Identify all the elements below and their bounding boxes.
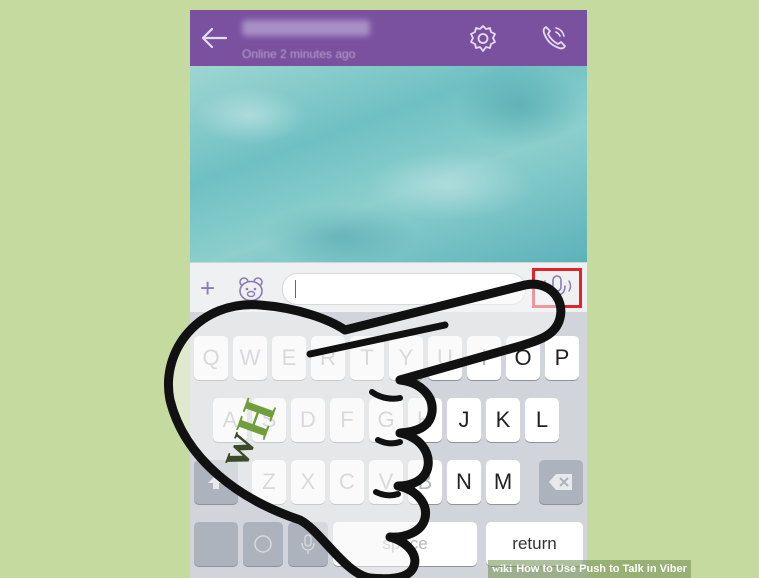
shift-key[interactable] bbox=[194, 460, 238, 504]
plus-icon[interactable]: + bbox=[200, 275, 215, 301]
watermark-brand: wiki bbox=[492, 563, 513, 575]
microphone-icon bbox=[542, 275, 572, 301]
key-h[interactable]: H bbox=[408, 398, 442, 442]
phone-call-icon bbox=[542, 26, 566, 50]
emoji-icon bbox=[254, 535, 272, 553]
settings-button[interactable] bbox=[467, 23, 499, 55]
dictation-key[interactable] bbox=[288, 522, 328, 566]
key-a[interactable]: A bbox=[213, 398, 247, 442]
chat-header: Online 2 minutes ago bbox=[190, 10, 587, 66]
key-m[interactable]: M bbox=[486, 460, 520, 504]
key-u[interactable]: U bbox=[428, 336, 462, 380]
gear-icon bbox=[470, 25, 496, 52]
wikihow-watermark: wiki How to Use Push to Talk in Viber bbox=[488, 560, 691, 578]
message-input-bar: + bbox=[190, 262, 587, 313]
phone-screen: Online 2 minutes ago + Q W E R T Y U I O… bbox=[190, 10, 587, 578]
key-g[interactable]: G bbox=[369, 398, 403, 442]
key-w[interactable]: W bbox=[233, 336, 267, 380]
watermark-title: How to Use Push to Talk in Viber bbox=[516, 563, 687, 575]
key-s[interactable]: S bbox=[252, 398, 286, 442]
key-r[interactable]: R bbox=[311, 336, 345, 380]
backspace-icon bbox=[549, 474, 572, 490]
backspace-key[interactable] bbox=[539, 460, 583, 504]
text-caret bbox=[295, 280, 296, 298]
key-z[interactable]: Z bbox=[252, 460, 286, 504]
sticker-button[interactable] bbox=[236, 274, 266, 304]
back-button[interactable] bbox=[200, 26, 228, 50]
key-b[interactable]: B bbox=[408, 460, 442, 504]
key-v[interactable]: V bbox=[369, 460, 403, 504]
dictation-mic-icon bbox=[301, 534, 315, 554]
key-n[interactable]: N bbox=[447, 460, 481, 504]
key-c[interactable]: C bbox=[330, 460, 364, 504]
space-key[interactable]: space bbox=[333, 522, 477, 566]
contact-name-blurred bbox=[242, 20, 370, 36]
key-q[interactable]: Q bbox=[194, 336, 228, 380]
shift-icon bbox=[208, 475, 224, 489]
key-f[interactable]: F bbox=[330, 398, 364, 442]
key-x[interactable]: X bbox=[291, 460, 325, 504]
key-l[interactable]: L bbox=[525, 398, 559, 442]
key-t[interactable]: T bbox=[350, 336, 384, 380]
key-k[interactable]: K bbox=[486, 398, 520, 442]
call-button[interactable] bbox=[539, 23, 569, 53]
key-i[interactable]: I bbox=[467, 336, 501, 380]
chat-background bbox=[190, 66, 587, 262]
back-arrow-icon bbox=[201, 27, 228, 49]
online-status: Online 2 minutes ago bbox=[242, 47, 356, 61]
message-input[interactable] bbox=[282, 273, 526, 305]
key-y[interactable]: Y bbox=[389, 336, 423, 380]
keyboard: Q W E R T Y U I O P A S D F G H J K L Z … bbox=[190, 312, 587, 578]
key-d[interactable]: D bbox=[291, 398, 325, 442]
push-to-talk-button[interactable] bbox=[532, 268, 582, 308]
sticker-bear-icon bbox=[239, 277, 263, 302]
emoji-key[interactable] bbox=[243, 522, 283, 566]
key-p[interactable]: P bbox=[545, 336, 579, 380]
numbers-key[interactable] bbox=[194, 522, 238, 566]
key-e[interactable]: E bbox=[272, 336, 306, 380]
key-j[interactable]: J bbox=[447, 398, 481, 442]
key-o[interactable]: O bbox=[506, 336, 540, 380]
